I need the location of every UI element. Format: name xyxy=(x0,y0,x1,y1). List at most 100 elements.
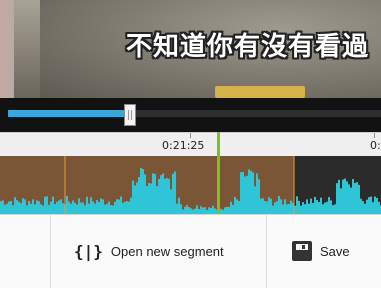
waveform-bar xyxy=(306,199,308,214)
open-new-segment-button[interactable]: {|} Open new segment xyxy=(74,229,224,273)
waveform-bar xyxy=(120,196,122,214)
waveform-bar xyxy=(270,198,272,214)
waveform-bar xyxy=(16,200,18,214)
waveform-bar xyxy=(224,207,226,214)
waveform-bar xyxy=(38,201,40,214)
waveform-bar xyxy=(54,204,56,214)
waveform-bar xyxy=(90,197,92,214)
waveform-bar xyxy=(334,204,336,214)
waveform-bar xyxy=(98,201,100,214)
waveform-bar xyxy=(10,200,12,214)
waveform-bar xyxy=(362,201,364,214)
waveform-bar xyxy=(278,196,280,214)
waveform-bar xyxy=(108,201,110,214)
waveform-bar xyxy=(252,172,254,214)
waveform-bar xyxy=(4,204,6,214)
waveform-bar xyxy=(358,184,360,214)
waveform-bar xyxy=(298,200,300,214)
waveform-bar xyxy=(376,197,378,214)
ruler-label: 0: xyxy=(370,139,381,152)
waveform-bar xyxy=(166,178,168,214)
waveform-bar xyxy=(262,198,264,214)
waveform-bar xyxy=(46,196,48,214)
waveform-bar xyxy=(62,203,64,214)
waveform-bar xyxy=(340,188,342,214)
waveform-bar xyxy=(146,186,148,214)
waveform-bar xyxy=(174,171,176,214)
waveform-bar xyxy=(118,199,120,214)
waveform-timeline[interactable] xyxy=(0,156,381,214)
waveform-bar xyxy=(134,185,136,214)
waveform-bar xyxy=(34,204,36,214)
waveform-bar xyxy=(58,200,60,214)
waveform-bar xyxy=(246,175,248,214)
waveform-bar xyxy=(302,202,304,214)
waveform-bar xyxy=(186,204,188,214)
scrubber-handle[interactable] xyxy=(124,104,136,126)
waveform-bar xyxy=(274,202,276,214)
waveform-bar xyxy=(336,183,338,214)
waveform-bar xyxy=(308,203,310,214)
waveform-bar xyxy=(254,186,256,214)
waveform-bar xyxy=(176,203,178,214)
waveform-bar xyxy=(378,201,380,214)
waveform-bar xyxy=(36,200,38,214)
video-frame: 不知道你有沒有看過 xyxy=(0,0,381,98)
waveform-bar xyxy=(86,196,88,214)
waveform-bar xyxy=(276,201,278,214)
waveform-bar xyxy=(344,178,346,214)
waveform-bar xyxy=(332,205,334,214)
playback-scrubber[interactable] xyxy=(0,98,381,132)
waveform-bar xyxy=(312,202,314,214)
waveform-bar xyxy=(12,205,14,214)
waveform-bar xyxy=(196,205,198,214)
waveform-bar xyxy=(136,182,138,214)
waveform-bar xyxy=(172,173,174,214)
playhead[interactable] xyxy=(217,132,220,214)
waveform-bar xyxy=(342,179,344,214)
waveform-bar xyxy=(184,206,186,214)
waveform-bar xyxy=(128,201,130,214)
waveform-bar xyxy=(232,204,234,214)
waveform-bar xyxy=(338,179,340,214)
waveform-bar xyxy=(154,174,156,214)
waveform-bar xyxy=(208,207,210,214)
waveform-bar xyxy=(280,199,282,214)
waveform-bar xyxy=(272,205,274,214)
waveform-bar xyxy=(132,180,134,214)
waveform-bar xyxy=(50,201,52,214)
waveform-bar xyxy=(260,198,262,214)
waveform-bar xyxy=(148,183,150,214)
waveform-bar xyxy=(84,205,86,214)
waveform-bar xyxy=(24,199,26,214)
waveform-bar xyxy=(236,199,238,214)
waveform-bar xyxy=(374,196,376,214)
waveform-bar xyxy=(18,201,20,214)
waveform-bar xyxy=(296,196,298,214)
waveform-bar xyxy=(80,202,82,214)
waveform-bar xyxy=(60,199,62,214)
waveform-bar xyxy=(102,199,104,214)
waveform-bar xyxy=(0,201,2,214)
waveform-bar xyxy=(26,205,28,214)
waveform-bar xyxy=(234,197,236,214)
waveform-bar xyxy=(212,205,214,214)
waveform-bar xyxy=(152,173,154,214)
waveform-bar xyxy=(150,183,152,214)
waveform-bar xyxy=(104,204,106,214)
waveform-bar xyxy=(266,201,268,214)
waveform-bar xyxy=(100,198,102,214)
waveform-bar xyxy=(290,200,292,214)
waveform-bar xyxy=(230,201,232,214)
waveform-bar xyxy=(250,170,252,214)
save-button[interactable]: Save xyxy=(292,229,350,273)
waveform-bar xyxy=(126,201,128,214)
waveform-bar xyxy=(48,204,50,214)
waveform-bar xyxy=(238,201,240,214)
waveform-bar xyxy=(106,203,108,214)
waveform-bar xyxy=(204,207,206,214)
scrubber-progress xyxy=(8,110,124,117)
waveform-bar xyxy=(356,182,358,214)
waveform-bar xyxy=(360,198,362,214)
waveform-bar xyxy=(304,204,306,214)
